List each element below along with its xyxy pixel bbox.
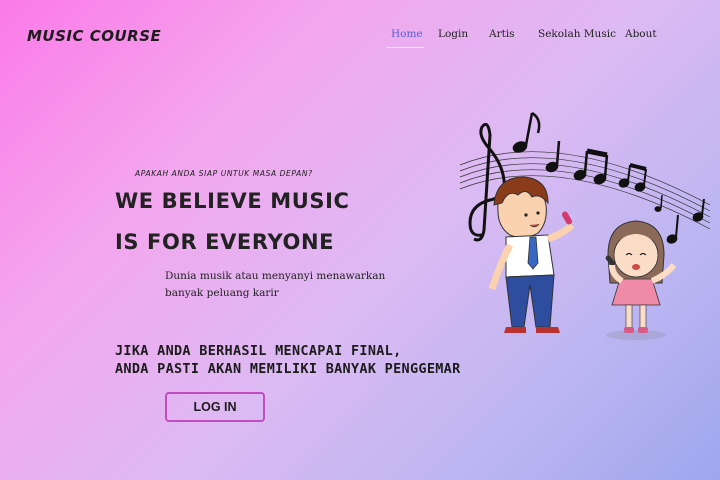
hero-cta-text: JIKA ANDA BERHASIL MENCAPAI FINAL, ANDA … [115, 342, 461, 378]
nav-sekolah-music[interactable]: Sekolah Music [538, 28, 616, 40]
hero-headline-line1: WE BELIEVE MUSIC [115, 189, 350, 213]
hero-description: Dunia musik atau menyanyi menawarkan ban… [165, 268, 385, 302]
nav-login[interactable]: Login [438, 28, 468, 40]
nav-home[interactable]: Home [391, 28, 423, 40]
hero-description-line1: Dunia musik atau menyanyi menawarkan [165, 270, 386, 282]
brand-logo[interactable]: MUSIC COURSE [27, 27, 161, 45]
nav-artis[interactable]: Artis [489, 28, 515, 40]
login-button[interactable]: LOG IN [165, 392, 265, 422]
main-nav: Home Login Artis Sekolah Music About [380, 28, 680, 48]
treble-clef-icon [468, 122, 506, 242]
singing-kids-illustration [459, 111, 711, 340]
hero-cta-line1: JIKA ANDA BERHASIL MENCAPAI FINAL, [115, 343, 402, 359]
hero-description-line2: banyak peluang karir [165, 287, 279, 299]
hero-headline-line2: IS FOR EVERYONE [115, 230, 335, 254]
nav-active-indicator [386, 47, 424, 48]
nav-about[interactable]: About [625, 28, 657, 40]
girl-singer-figure [605, 220, 677, 340]
boy-singer-figure [488, 176, 575, 333]
hero-cta-line2: ANDA PASTI AKAN MEMILIKI BANYAK PENGGEMA… [115, 361, 461, 377]
hero-tagline: APAKAH ANDA SIAP UNTUK MASA DEPAN? [135, 169, 313, 178]
